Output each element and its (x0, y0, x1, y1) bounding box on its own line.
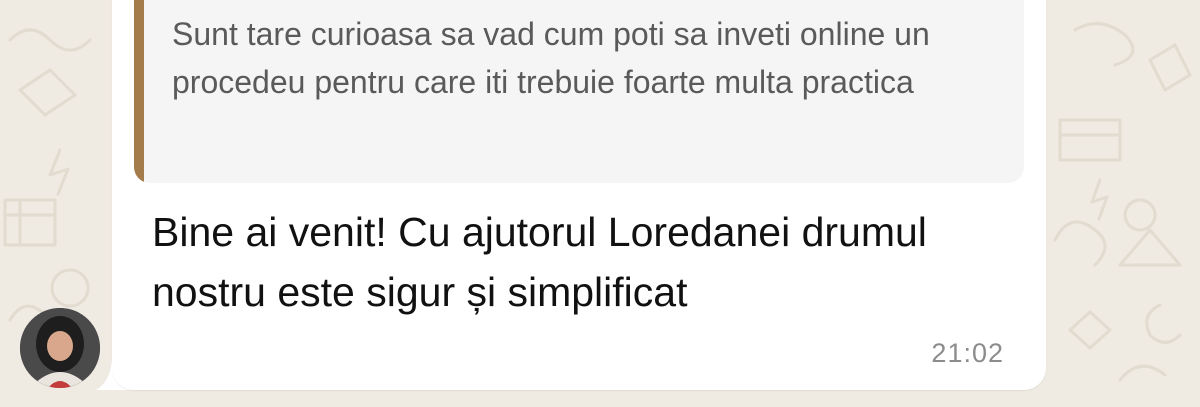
quote-accent-bar (134, 0, 144, 183)
quoted-message-text: Sunt tare curioasa sa vad cum poti sa in… (172, 16, 930, 100)
user-avatar-icon (20, 308, 100, 388)
quoted-message[interactable]: Sunt tare curioasa sa vad cum poti sa in… (134, 0, 1024, 183)
sender-avatar[interactable] (20, 308, 100, 388)
message-text: Bine ai venit! Cu ajutorul Loredanei dru… (152, 209, 927, 315)
message-timestamp: 21:02 (931, 338, 1004, 368)
message-bubble[interactable]: Sunt tare curioasa sa vad cum poti sa in… (112, 0, 1046, 390)
